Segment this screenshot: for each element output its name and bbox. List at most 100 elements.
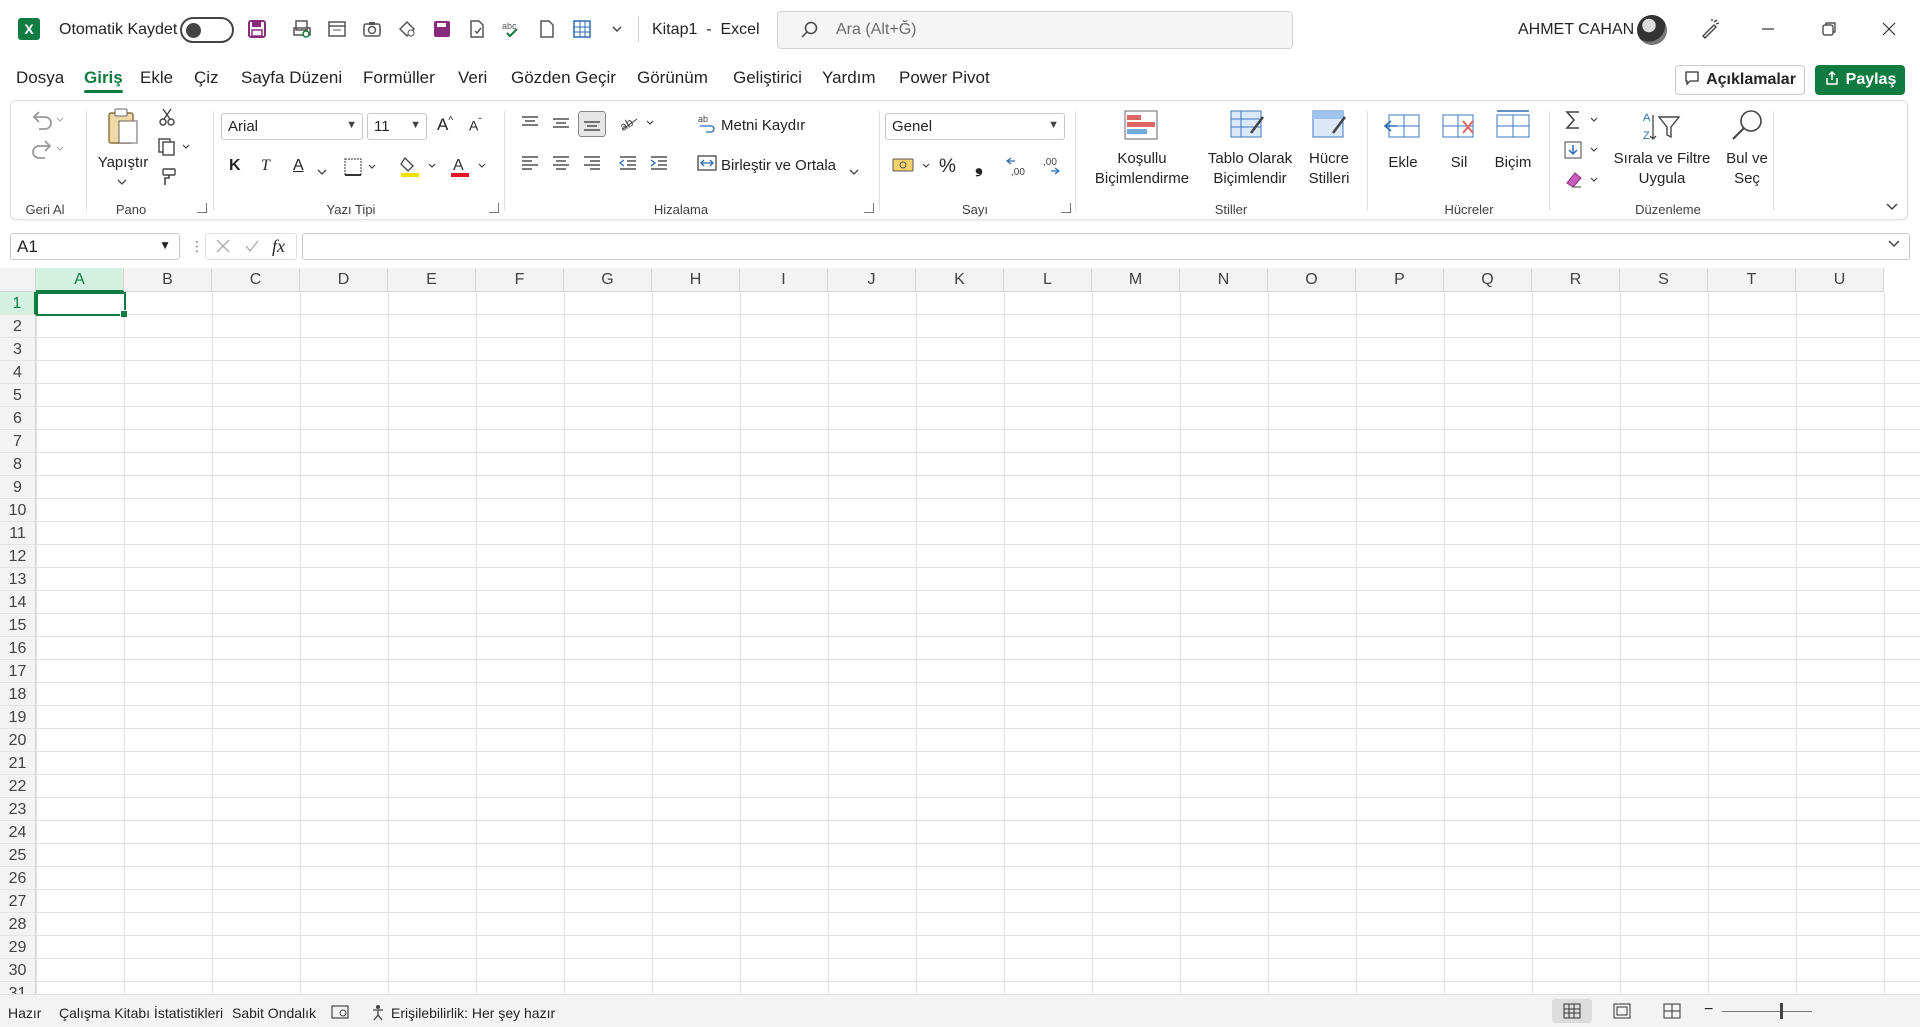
wrap-text-label[interactable]: Metni Kaydır xyxy=(721,117,805,134)
align-center-icon[interactable] xyxy=(550,153,572,178)
cell-styles-icon[interactable] xyxy=(1311,109,1349,146)
italic-button[interactable]: T xyxy=(261,157,270,175)
undo-icon[interactable] xyxy=(29,107,65,138)
row-header-27[interactable]: 27 xyxy=(0,890,36,913)
accessibility-status[interactable]: Erişilebilirlik: Her şey hazır xyxy=(391,1005,555,1021)
save-icon[interactable] xyxy=(245,17,269,41)
send-back-icon[interactable] xyxy=(395,17,419,41)
decrease-indent-icon[interactable] xyxy=(617,153,639,178)
print-preview-icon[interactable] xyxy=(290,17,314,41)
row-header-17[interactable]: 17 xyxy=(0,660,36,683)
row-header-11[interactable]: 11 xyxy=(0,522,36,545)
insert-function-button[interactable]: fx xyxy=(272,236,285,257)
cancel-entry-icon[interactable] xyxy=(215,238,231,259)
font-color-icon[interactable]: A xyxy=(449,154,489,183)
number-launcher-icon[interactable] xyxy=(1061,203,1071,213)
row-header-24[interactable]: 24 xyxy=(0,821,36,844)
autosave-toggle[interactable] xyxy=(180,17,234,43)
column-header-u[interactable]: U xyxy=(1796,268,1884,292)
format-cells-icon[interactable] xyxy=(1493,109,1533,146)
row-header-19[interactable]: 19 xyxy=(0,706,36,729)
redo-icon[interactable] xyxy=(29,136,65,167)
fill-icon[interactable] xyxy=(1563,139,1603,166)
row-header-4[interactable]: 4 xyxy=(0,361,36,384)
column-header-k[interactable]: K xyxy=(916,268,1004,292)
paste-chevron-icon[interactable] xyxy=(117,173,127,191)
fill-color-icon[interactable] xyxy=(399,154,439,183)
format-as-table-icon[interactable] xyxy=(1229,109,1267,146)
row-header-16[interactable]: 16 xyxy=(0,637,36,660)
tab-ciz[interactable]: Çiz xyxy=(194,68,219,88)
expand-formula-chevron-icon[interactable] xyxy=(1887,237,1901,256)
format-painter-icon[interactable] xyxy=(157,167,177,192)
row-header-12[interactable]: 12 xyxy=(0,545,36,568)
merge-center-icon[interactable] xyxy=(697,153,717,178)
insert-cells-label[interactable]: Ekle xyxy=(1381,153,1425,173)
name-box[interactable]: A1 ▼ xyxy=(10,233,180,260)
restore-icon[interactable] xyxy=(1817,17,1841,41)
workbook-statistics[interactable]: Çalışma Kitabı İstatistikleri xyxy=(59,1005,223,1021)
spelling-icon[interactable]: abc xyxy=(500,17,524,41)
sort-filter-label-2[interactable]: Uygula xyxy=(1607,169,1717,189)
align-middle-icon[interactable] xyxy=(550,113,572,138)
font-name-combo[interactable]: Arial ▼ xyxy=(221,113,363,140)
row-header-18[interactable]: 18 xyxy=(0,683,36,706)
find-select-label-2[interactable]: Seç xyxy=(1717,169,1777,189)
column-header-r[interactable]: R xyxy=(1532,268,1620,292)
row-header-13[interactable]: 13 xyxy=(0,568,36,591)
macro-record-icon[interactable] xyxy=(330,1003,350,1026)
document-check-icon[interactable] xyxy=(465,17,489,41)
spreadsheet-grid[interactable]: A B C D E F G H I J K L M N O P Q R S T U 1 2 3 4 5 6 7 8 9 10 11 12 13 14… xyxy=(0,268,1920,994)
pen-icon[interactable] xyxy=(1698,17,1722,41)
select-all-corner[interactable] xyxy=(0,268,36,292)
insert-cells-icon[interactable] xyxy=(1383,111,1423,146)
cell-styles-label-1[interactable]: Hücre xyxy=(1301,149,1357,169)
formula-bar-splitter-icon[interactable]: ⋮ xyxy=(190,238,204,255)
increase-indent-icon[interactable] xyxy=(648,153,670,178)
bold-button[interactable]: K xyxy=(229,157,241,175)
find-select-icon[interactable] xyxy=(1727,107,1767,148)
tab-gozden-gecir[interactable]: Gözden Geçir xyxy=(511,68,616,88)
clear-icon[interactable] xyxy=(1563,169,1603,196)
comma-style-button[interactable]: ❟ xyxy=(975,155,983,178)
copy-icon[interactable] xyxy=(157,137,193,162)
row-header-9[interactable]: 9 xyxy=(0,476,36,499)
increase-font-icon[interactable]: A^ xyxy=(437,115,453,135)
clipboard-launcher-icon[interactable] xyxy=(197,203,207,213)
comments-button[interactable]: Açıklamalar xyxy=(1675,65,1805,95)
delete-cells-label[interactable]: Sil xyxy=(1443,153,1475,173)
column-header-d[interactable]: D xyxy=(300,268,388,292)
merge-chevron-icon[interactable] xyxy=(849,163,859,181)
row-header-7[interactable]: 7 xyxy=(0,430,36,453)
column-header-g[interactable]: G xyxy=(564,268,652,292)
zoom-slider[interactable] xyxy=(1722,1011,1812,1012)
align-left-icon[interactable] xyxy=(519,153,541,178)
row-header-8[interactable]: 8 xyxy=(0,453,36,476)
paste-icon[interactable] xyxy=(103,107,141,152)
zoom-out-icon[interactable]: − xyxy=(1704,1001,1713,1019)
format-as-table-label-2[interactable]: Biçimlendir xyxy=(1203,169,1297,189)
user-name[interactable]: AHMET CAHAN xyxy=(1518,21,1634,39)
borders-icon[interactable] xyxy=(343,157,379,182)
formula-input[interactable] xyxy=(302,233,1910,260)
underline-chevron-icon[interactable] xyxy=(317,163,327,181)
close-icon[interactable] xyxy=(1877,17,1901,41)
column-header-b[interactable]: B xyxy=(124,268,212,292)
column-header-o[interactable]: O xyxy=(1268,268,1356,292)
row-header-6[interactable]: 6 xyxy=(0,407,36,430)
increase-decimal-icon[interactable]: ,00 xyxy=(1005,155,1031,182)
column-header-t[interactable]: T xyxy=(1708,268,1796,292)
cell-area[interactable] xyxy=(36,292,1920,994)
row-header-2[interactable]: 2 xyxy=(0,315,36,338)
alignment-launcher-icon[interactable] xyxy=(864,203,874,213)
autosum-icon[interactable] xyxy=(1563,109,1603,136)
search-box[interactable]: Ara (Alt+Ğ) xyxy=(777,11,1293,49)
avatar[interactable] xyxy=(1637,15,1667,45)
row-header-20[interactable]: 20 xyxy=(0,729,36,752)
format-cells-label[interactable]: Biçim xyxy=(1489,153,1537,173)
row-header-15[interactable]: 15 xyxy=(0,614,36,637)
column-header-c[interactable]: C xyxy=(212,268,300,292)
number-format-combo[interactable]: Genel ▼ xyxy=(885,113,1065,140)
normal-view-icon[interactable] xyxy=(1552,999,1592,1023)
wrap-text-icon[interactable]: ab xyxy=(697,113,717,138)
